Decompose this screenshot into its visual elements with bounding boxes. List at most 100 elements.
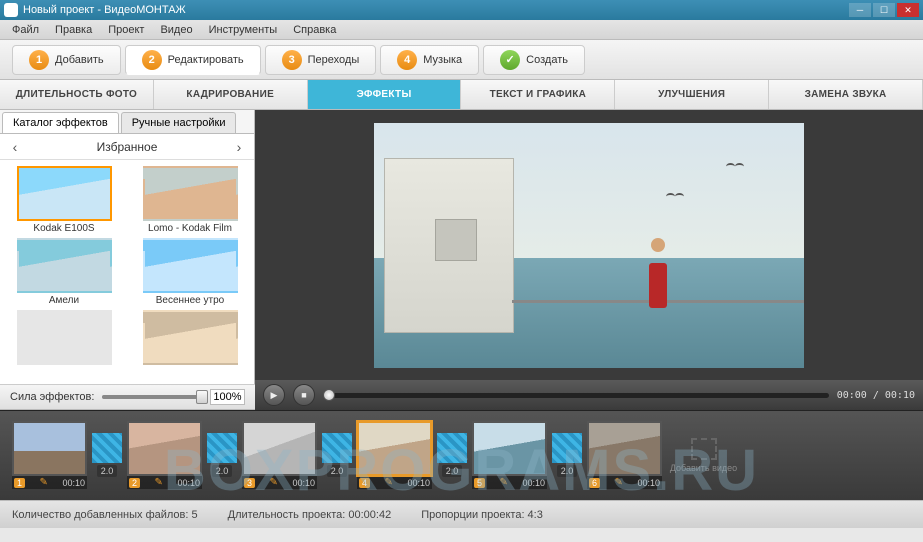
menu-видео[interactable]: Видео bbox=[152, 22, 200, 38]
titlebar: Новый проект - ВидеоМОНТАЖ ─ ☐ ✕ bbox=[0, 0, 923, 20]
transition-4[interactable]: 2.0 bbox=[551, 433, 583, 477]
effect-Весеннее утро[interactable]: Весеннее утро bbox=[132, 238, 248, 306]
clip-thumb bbox=[242, 421, 317, 476]
timeline-clip-6[interactable]: 6✎00:10 bbox=[587, 421, 662, 489]
status-file-count: Количество добавленных файлов: 5 bbox=[12, 509, 198, 521]
step-label: Создать bbox=[526, 54, 568, 66]
timeline-clip-2[interactable]: 2✎00:10 bbox=[127, 421, 202, 489]
clip-info: 4 ✎ 00:10 bbox=[357, 476, 432, 489]
clip-info: 2✎00:10 bbox=[127, 476, 202, 489]
next-category-button[interactable]: › bbox=[230, 138, 248, 156]
maximize-button[interactable]: ☐ bbox=[873, 3, 895, 17]
transition-icon bbox=[552, 433, 582, 463]
transition-icon bbox=[322, 433, 352, 463]
close-button[interactable]: ✕ bbox=[897, 3, 919, 17]
transition-duration: 2.0 bbox=[442, 465, 463, 477]
clip-thumb bbox=[12, 421, 87, 476]
subtab-5[interactable]: ЗАМЕНА ЗВУКА bbox=[769, 80, 923, 109]
minimize-button[interactable]: ─ bbox=[849, 3, 871, 17]
effect-name: Амели bbox=[49, 295, 79, 306]
strength-value: 100% bbox=[210, 389, 245, 405]
tab-manual-settings[interactable]: Ручные настройки bbox=[121, 112, 237, 133]
transition-3[interactable]: 2.0 bbox=[436, 433, 468, 477]
effect-Амели[interactable]: Амели bbox=[6, 238, 122, 306]
film-icon bbox=[691, 438, 717, 460]
subtab-2[interactable]: ЭФФЕКТЫ bbox=[308, 80, 462, 109]
timeline-clip-4[interactable]: 4 ✎ 00:10 bbox=[357, 421, 432, 489]
transition-icon bbox=[92, 433, 122, 463]
step-label: Добавить bbox=[55, 54, 104, 66]
clip-duration: 00:10 bbox=[62, 478, 85, 488]
step-tab-Создать[interactable]: ✓ Создать bbox=[483, 45, 585, 75]
timeline-clip-5[interactable]: 5✎00:10 bbox=[472, 421, 547, 489]
step-tab-Переходы[interactable]: 3Переходы bbox=[265, 45, 377, 75]
edit-icon: ✎ bbox=[40, 477, 48, 488]
catalog-title: Избранное bbox=[97, 140, 158, 154]
transition-duration: 2.0 bbox=[97, 465, 118, 477]
effect-thumb bbox=[143, 166, 238, 221]
clip-index: 4 bbox=[359, 478, 370, 488]
panel-tabs: Каталог эффектов Ручные настройки bbox=[0, 110, 254, 134]
clip-index: 5 bbox=[474, 478, 485, 488]
transition-0[interactable]: 2.0 bbox=[91, 433, 123, 477]
step-tab-Редактировать[interactable]: 2Редактировать bbox=[125, 45, 261, 75]
effect-thumb bbox=[17, 238, 112, 293]
prev-category-button[interactable]: ‹ bbox=[6, 138, 24, 156]
menu-инструменты[interactable]: Инструменты bbox=[201, 22, 286, 38]
step-number-icon: 4 bbox=[397, 50, 417, 70]
strength-slider[interactable] bbox=[102, 395, 202, 399]
playback-thumb[interactable] bbox=[323, 389, 335, 401]
video-preview bbox=[255, 110, 923, 380]
clip-index: 2 bbox=[129, 478, 140, 488]
clip-duration: 00:10 bbox=[292, 478, 315, 488]
step-number-icon: ✓ bbox=[500, 50, 520, 70]
step-label: Переходы bbox=[308, 54, 360, 66]
step-tab-Музыка[interactable]: 4Музыка bbox=[380, 45, 479, 75]
clip-thumb bbox=[472, 421, 547, 476]
transition-1[interactable]: 2.0 bbox=[206, 433, 238, 477]
playback-slider[interactable] bbox=[323, 393, 829, 398]
clip-duration: 00:10 bbox=[522, 478, 545, 488]
transition-2[interactable]: 2.0 bbox=[321, 433, 353, 477]
strength-thumb[interactable] bbox=[196, 390, 208, 404]
step-number-icon: 2 bbox=[142, 50, 162, 70]
subtab-3[interactable]: ТЕКСТ И ГРАФИКА bbox=[461, 80, 615, 109]
add-video-label: Добавить видео bbox=[670, 463, 737, 473]
step-number-icon: 1 bbox=[29, 50, 49, 70]
menu-файл[interactable]: Файл bbox=[4, 22, 47, 38]
menu-проект[interactable]: Проект bbox=[100, 22, 152, 38]
timeline-clip-3[interactable]: 3✎00:10 bbox=[242, 421, 317, 489]
status-aspect: Пропорции проекта: 4:3 bbox=[421, 509, 543, 521]
timeline: 1✎00:102.02✎00:102.03✎00:102.04✎00:102.0… bbox=[0, 410, 923, 500]
effect-item-5[interactable] bbox=[132, 310, 248, 367]
stop-button[interactable]: ■ bbox=[293, 384, 315, 406]
effect-item-4[interactable] bbox=[6, 310, 122, 367]
clip-info: 1✎00:10 bbox=[12, 476, 87, 489]
app-icon bbox=[4, 3, 18, 17]
effect-name: Kodak E100S bbox=[33, 223, 94, 234]
effect-strength-bar: Сила эффектов: 100% bbox=[0, 384, 255, 410]
edit-icon: ✎ bbox=[385, 477, 393, 488]
effects-grid: Kodak E100S Lomo - Kodak Film Амели Весенне… bbox=[0, 160, 254, 386]
clip-duration: 00:10 bbox=[637, 478, 660, 488]
clip-info: 5✎00:10 bbox=[472, 476, 547, 489]
menu-справка[interactable]: Справка bbox=[285, 22, 344, 38]
effect-Kodak E100S[interactable]: Kodak E100S bbox=[6, 166, 122, 234]
effect-Lomo - Kodak Film[interactable]: Lomo - Kodak Film bbox=[132, 166, 248, 234]
subtab-0[interactable]: ДЛИТЕЛЬНОСТЬ ФОТО bbox=[0, 80, 154, 109]
status-duration: Длительность проекта: 00:00:42 bbox=[228, 509, 392, 521]
transition-duration: 2.0 bbox=[212, 465, 233, 477]
menu-правка[interactable]: Правка bbox=[47, 22, 100, 38]
clip-index: 3 bbox=[244, 478, 255, 488]
subtab-1[interactable]: КАДРИРОВАНИЕ bbox=[154, 80, 308, 109]
clip-duration: 00:10 bbox=[407, 478, 430, 488]
step-tab-Добавить[interactable]: 1 Добавить bbox=[12, 45, 121, 75]
tab-effects-catalog[interactable]: Каталог эффектов bbox=[2, 112, 119, 133]
play-button[interactable]: ▶ bbox=[263, 384, 285, 406]
add-video-button[interactable]: Добавить видео bbox=[666, 423, 741, 488]
effects-panel: Каталог эффектов Ручные настройки ‹ Избр… bbox=[0, 110, 255, 410]
subtab-4[interactable]: УЛУЧШЕНИЯ bbox=[615, 80, 769, 109]
timeline-clip-1[interactable]: 1✎00:10 bbox=[12, 421, 87, 489]
menubar: ФайлПравкаПроектВидеоИнструментыСправка bbox=[0, 20, 923, 40]
transition-icon bbox=[207, 433, 237, 463]
